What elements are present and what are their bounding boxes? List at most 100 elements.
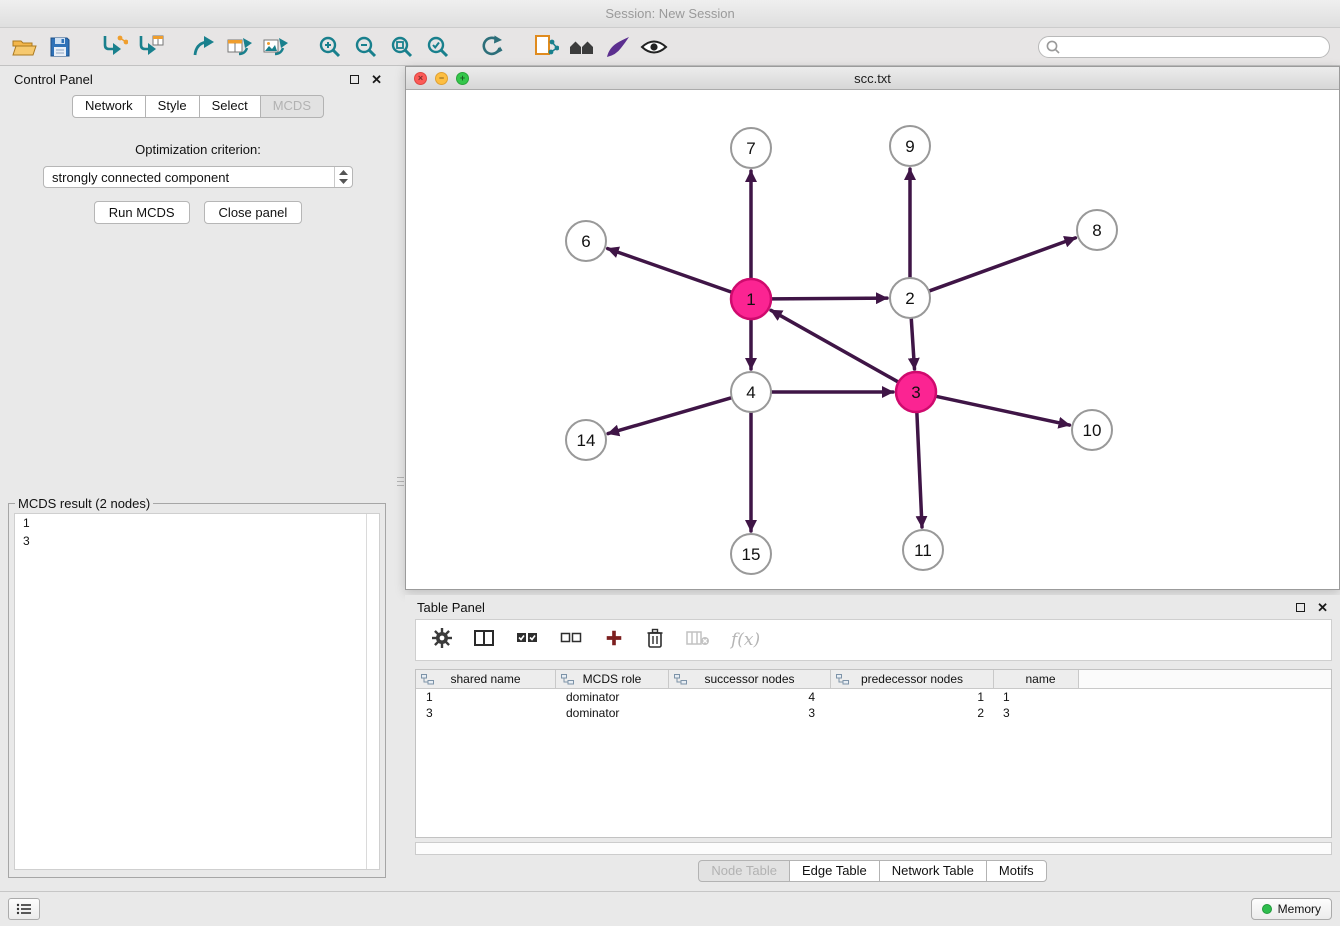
float-table-panel-icon[interactable] bbox=[1296, 603, 1305, 612]
cell-predecessor-nodes: 1 bbox=[831, 690, 994, 704]
show-graphics-details-button[interactable] bbox=[636, 30, 672, 64]
delete-rows-button[interactable] bbox=[645, 627, 665, 654]
graph-node-9[interactable]: 9 bbox=[890, 126, 930, 166]
graph-node-3[interactable]: 3 bbox=[896, 372, 936, 412]
export-table-button[interactable] bbox=[222, 30, 258, 64]
deselect-all-button[interactable] bbox=[560, 629, 583, 651]
edge-3-to-10[interactable] bbox=[937, 396, 1070, 425]
mcds-result-textarea[interactable]: 1 3 bbox=[14, 513, 380, 870]
tab-motifs[interactable]: Motifs bbox=[986, 860, 1047, 882]
delete-columns-button[interactable] bbox=[686, 629, 710, 652]
panel-splitter[interactable] bbox=[397, 468, 404, 494]
zoom-selected-button[interactable] bbox=[420, 30, 456, 64]
zoom-fit-button[interactable] bbox=[384, 30, 420, 64]
memory-label: Memory bbox=[1278, 902, 1321, 916]
import-table-icon bbox=[136, 34, 164, 60]
network-window-titlebar[interactable]: × − + scc.txt bbox=[406, 67, 1339, 90]
network-view[interactable]: 7 9 6 8 1 2 4 3 14 10 15 11 bbox=[406, 90, 1339, 589]
network-snapshot-button[interactable] bbox=[528, 30, 564, 64]
apply-layout-button[interactable] bbox=[474, 30, 510, 64]
float-panel-icon[interactable] bbox=[350, 75, 359, 84]
close-table-panel-icon[interactable]: ✕ bbox=[1317, 601, 1328, 614]
export-network-button[interactable] bbox=[186, 30, 222, 64]
edge-2-to-8[interactable] bbox=[930, 238, 1076, 291]
export-image-icon bbox=[262, 34, 290, 60]
run-mcds-button[interactable]: Run MCDS bbox=[94, 201, 190, 224]
apply-function-button[interactable]: f(x) bbox=[731, 630, 760, 650]
edge-1-to-2[interactable] bbox=[772, 298, 887, 299]
graph-node-7[interactable]: 7 bbox=[731, 128, 771, 168]
edge-4-to-14[interactable] bbox=[608, 398, 731, 434]
tab-network-table[interactable]: Network Table bbox=[879, 860, 987, 882]
maximize-window-icon[interactable]: + bbox=[456, 72, 469, 85]
search-input[interactable] bbox=[1062, 38, 1329, 56]
graph-node-15[interactable]: 15 bbox=[731, 534, 771, 574]
import-network-button[interactable] bbox=[96, 30, 132, 64]
tab-style[interactable]: Style bbox=[145, 95, 200, 118]
column-header-shared-name[interactable]: shared name bbox=[416, 670, 556, 689]
open-folder-icon bbox=[11, 35, 37, 59]
node-label: 2 bbox=[905, 289, 914, 308]
search-box[interactable] bbox=[1038, 36, 1330, 58]
memory-button[interactable]: Memory bbox=[1251, 898, 1332, 920]
graph-node-2[interactable]: 2 bbox=[890, 278, 930, 318]
tab-network[interactable]: Network bbox=[72, 95, 146, 118]
column-type-icon bbox=[836, 674, 849, 685]
tab-node-table[interactable]: Node Table bbox=[698, 860, 790, 882]
column-header-name[interactable]: name bbox=[994, 670, 1079, 689]
import-network-icon bbox=[100, 34, 128, 60]
zoom-out-button[interactable] bbox=[348, 30, 384, 64]
style-button[interactable] bbox=[600, 30, 636, 64]
add-row-button[interactable] bbox=[604, 628, 624, 653]
zoom-selected-icon bbox=[425, 34, 451, 60]
result-scrollbar[interactable] bbox=[366, 514, 367, 869]
minimize-window-icon[interactable]: − bbox=[435, 72, 448, 85]
table-row[interactable]: 1dominator411 bbox=[416, 689, 1331, 705]
edge-3-to-1[interactable] bbox=[771, 310, 898, 381]
criterion-dropdown[interactable]: strongly connected component bbox=[43, 166, 353, 188]
table-row[interactable]: 3dominator323 bbox=[416, 705, 1331, 721]
column-header-successor-nodes[interactable]: successor nodes bbox=[669, 670, 831, 689]
open-session-button[interactable] bbox=[6, 30, 42, 64]
cell-shared-name: 3 bbox=[416, 706, 556, 720]
node-label: 3 bbox=[911, 383, 920, 402]
close-window-icon[interactable]: × bbox=[414, 72, 427, 85]
table-horizontal-scrollbar[interactable] bbox=[415, 842, 1332, 855]
node-label: 4 bbox=[746, 383, 755, 402]
graph-node-6[interactable]: 6 bbox=[566, 221, 606, 261]
graph-node-4[interactable]: 4 bbox=[731, 372, 771, 412]
tab-edge-table[interactable]: Edge Table bbox=[789, 860, 880, 882]
cell-successor-nodes: 4 bbox=[669, 690, 831, 704]
close-panel-icon[interactable]: ✕ bbox=[371, 73, 382, 86]
task-history-button[interactable] bbox=[8, 898, 40, 920]
table-settings-button[interactable] bbox=[432, 628, 452, 653]
show-columns-button[interactable] bbox=[473, 628, 495, 653]
close-panel-button[interactable]: Close panel bbox=[204, 201, 303, 224]
houses-icon bbox=[568, 35, 596, 59]
network-canvas[interactable]: 7 9 6 8 1 2 4 3 14 10 15 11 bbox=[406, 90, 1339, 590]
tab-mcds[interactable]: MCDS bbox=[260, 95, 324, 118]
checked-boxes-icon bbox=[516, 629, 539, 646]
result-line: 3 bbox=[15, 532, 379, 550]
delete-columns-icon bbox=[686, 629, 710, 647]
graph-node-11[interactable]: 11 bbox=[903, 530, 943, 570]
select-all-button[interactable] bbox=[516, 629, 539, 651]
zoom-in-button[interactable] bbox=[312, 30, 348, 64]
edge-1-to-6[interactable] bbox=[608, 249, 732, 292]
graph-node-8[interactable]: 8 bbox=[1077, 210, 1117, 250]
first-neighbors-button[interactable] bbox=[564, 30, 600, 64]
column-header-mcds-role[interactable]: MCDS role bbox=[556, 670, 669, 689]
graph-node-10[interactable]: 10 bbox=[1072, 410, 1112, 450]
graph-node-1[interactable]: 1 bbox=[731, 279, 771, 319]
edge-2-to-3[interactable] bbox=[911, 319, 914, 369]
graph-node-14[interactable]: 14 bbox=[566, 420, 606, 460]
result-line: 1 bbox=[15, 514, 379, 532]
zoom-fit-icon bbox=[389, 34, 415, 60]
save-session-button[interactable] bbox=[42, 30, 78, 64]
eye-icon bbox=[640, 36, 668, 58]
column-header-predecessor-nodes[interactable]: predecessor nodes bbox=[831, 670, 994, 689]
export-image-button[interactable] bbox=[258, 30, 294, 64]
tab-select[interactable]: Select bbox=[199, 95, 261, 118]
import-table-button[interactable] bbox=[132, 30, 168, 64]
edge-3-to-11[interactable] bbox=[917, 413, 922, 527]
